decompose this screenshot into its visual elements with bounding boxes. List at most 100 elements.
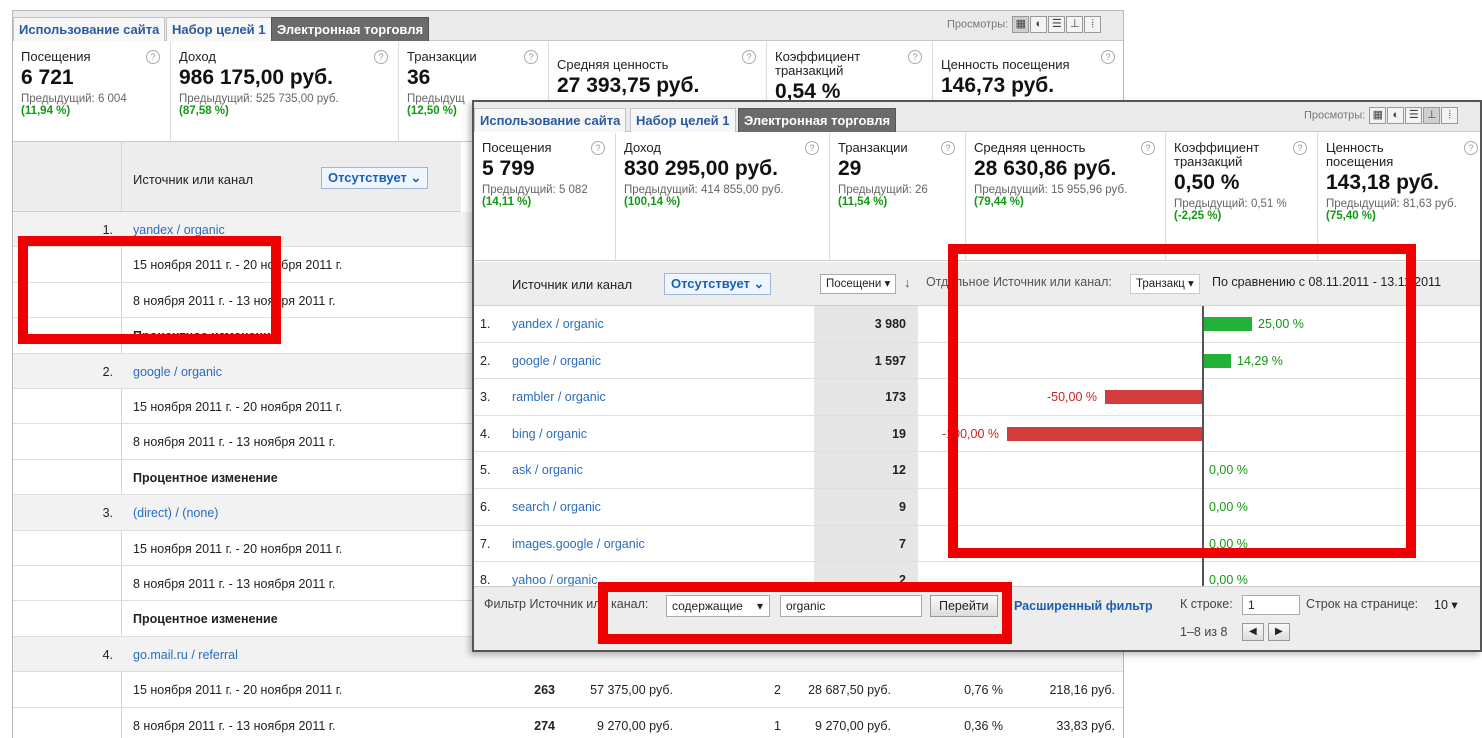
help-icon[interactable]: ? — [1101, 50, 1115, 64]
visits-value: 173 — [885, 390, 906, 405]
help-icon[interactable]: ? — [591, 141, 605, 155]
front-tab-ecommerce[interactable]: Электронная торговля — [738, 108, 897, 132]
back-secondary-dimension-button[interactable]: Отсутствует ⌄ — [321, 167, 429, 189]
help-icon[interactable]: ? — [1464, 141, 1478, 155]
rows-per-page-label: Строк на странице: — [1306, 597, 1419, 611]
visits-value: 7 — [899, 536, 906, 551]
metric-previous: Предыдущий: 26 — [838, 184, 928, 196]
chevron-down-icon: ⌄ — [410, 170, 422, 185]
source-link[interactable]: ask / organic — [512, 463, 583, 477]
help-icon[interactable]: ? — [146, 50, 160, 64]
metric-previous: Предыдущий: 525 735,00 руб. — [179, 93, 339, 105]
next-page-button[interactable]: ▶ — [1268, 623, 1290, 641]
row-index: 2. — [102, 364, 113, 379]
source-link[interactable]: google / organic — [512, 354, 601, 368]
source-link[interactable]: bing / organic — [512, 427, 587, 441]
source-link[interactable]: go.mail.ru / referral — [133, 648, 238, 662]
metric-cell: 218,16 руб. — [1049, 683, 1115, 698]
metric-value: 143,18 руб. — [1326, 171, 1440, 194]
source-link[interactable]: yandex / organic — [512, 317, 604, 331]
highlight-box-comparison-chart — [948, 244, 1416, 558]
metric-change: (11,94 %) — [21, 105, 71, 117]
source-link[interactable]: yandex / organic — [133, 223, 225, 237]
row-index: 5. — [480, 463, 491, 478]
front-tab-goal-set-1[interactable]: Набор целей 1 — [630, 108, 736, 132]
source-link[interactable]: google / organic — [133, 365, 222, 379]
row-index: 4. — [480, 426, 491, 441]
select-value: 10 — [1434, 598, 1448, 612]
comparison-view-icon[interactable]: ⊥ — [1423, 107, 1441, 124]
metric-value: 0,50 % — [1174, 171, 1240, 194]
performance-view-icon[interactable]: ☰ — [1405, 107, 1423, 124]
help-icon[interactable]: ? — [1293, 141, 1307, 155]
row-index: 6. — [480, 500, 491, 514]
front-metric-per-visit: Ценность посещения 143,18 руб. Предыдущи… — [1318, 133, 1480, 260]
row-index: 7. — [480, 536, 491, 551]
metric-change: (-2,25 %) — [1174, 210, 1222, 222]
date-range-label: 8 ноября 2011 г. - 13 ноября 2011 г. — [133, 718, 336, 733]
button-label: Отсутствует — [671, 276, 750, 291]
front-views-switcher: Просмотры: ▦ ◐ ☰ ⊥ ⦙ — [1304, 107, 1459, 124]
help-icon[interactable]: ? — [941, 141, 955, 155]
front-views-label: Просмотры: — [1304, 109, 1366, 122]
help-icon[interactable]: ? — [374, 50, 388, 64]
table-view-icon[interactable]: ▦ — [1369, 107, 1387, 124]
source-link[interactable]: (direct) / (none) — [133, 506, 218, 520]
sort-desc-icon[interactable]: ↓ — [904, 275, 911, 290]
back-tab-ecommerce[interactable]: Электронная торговля — [271, 17, 430, 41]
metric-value: 5 799 — [482, 157, 535, 180]
pivot-view-icon[interactable]: ⦙ — [1084, 16, 1102, 33]
help-icon[interactable]: ? — [1141, 141, 1155, 155]
percent-change-label: Процентное изменение — [133, 612, 278, 627]
metric-label: Доход — [624, 140, 661, 155]
pie-view-icon[interactable]: ◐ — [1030, 16, 1048, 33]
sort-metric-select[interactable]: Посещени ▾ — [820, 274, 897, 294]
metric-label: Доход — [179, 49, 216, 64]
back-tab-site-usage[interactable]: Использование сайта — [13, 17, 166, 41]
source-link[interactable]: images.google / organic — [512, 537, 645, 551]
back-metric-visits: Посещения 6 721 Предыдущий: 6 004 (11,94… — [13, 42, 171, 141]
back-views-switcher: Просмотры: ▦ ◐ ☰ ⊥ ⦙ — [947, 16, 1102, 33]
metric-value: 36 — [407, 66, 431, 89]
pivot-view-icon[interactable]: ⦙ — [1441, 107, 1459, 124]
metric-value: 28 630,86 руб. — [974, 157, 1117, 180]
row-index: 1. — [102, 223, 113, 237]
metric-cell: 274 — [534, 718, 555, 733]
help-icon[interactable]: ? — [805, 141, 819, 155]
metric-previous: Предыдущий: 0,51 % — [1174, 198, 1287, 210]
row-index: 3. — [480, 390, 491, 405]
pagination-range: 1–8 из 8 — [1180, 625, 1228, 639]
advanced-filter-link[interactable]: Расширенный фильтр — [1014, 599, 1153, 613]
metric-cell: 0,36 % — [964, 718, 1003, 733]
back-date-range-row: 15 ноября 2011 г. - 20 ноября 2011 г. 263… — [13, 672, 1123, 708]
pie-view-icon[interactable]: ◐ — [1387, 107, 1405, 124]
table-view-icon[interactable]: ▦ — [1012, 16, 1030, 33]
chevron-down-icon: ⌄ — [753, 276, 765, 291]
prev-page-button[interactable]: ◀ — [1242, 623, 1264, 641]
help-icon[interactable]: ? — [524, 50, 538, 64]
metric-cell: 33,83 руб. — [1056, 718, 1115, 733]
source-link[interactable]: search / organic — [512, 500, 601, 514]
goto-row-input[interactable]: 1 — [1242, 595, 1300, 615]
comparison-view-icon[interactable]: ⊥ — [1066, 16, 1084, 33]
visits-value: 3 980 — [874, 317, 906, 331]
metric-value: 830 295,00 руб. — [624, 157, 778, 180]
help-icon[interactable]: ? — [742, 50, 756, 64]
front-secondary-dimension-button[interactable]: Отсутствует ⌄ — [664, 273, 772, 295]
percent-change-label: Процентное изменение — [133, 470, 278, 485]
back-tab-goal-set-1[interactable]: Набор целей 1 — [166, 17, 272, 41]
date-range-label: 15 ноября 2011 г. - 20 ноября 2011 г. — [133, 541, 343, 556]
help-icon[interactable]: ? — [908, 50, 922, 64]
front-tab-site-usage[interactable]: Использование сайта — [474, 108, 627, 132]
metric-label: Ценность посещения — [1326, 140, 1394, 169]
rows-per-page-select[interactable]: 10 ▾ — [1434, 597, 1458, 612]
visits-value: 1 597 — [874, 353, 906, 368]
goto-row-label: К строке: — [1180, 597, 1233, 611]
metric-cell: 9 270,00 руб. — [597, 718, 673, 733]
row-index: 3. — [102, 506, 113, 521]
metric-cell: 28 687,50 руб. — [808, 683, 891, 698]
source-link[interactable]: rambler / organic — [512, 390, 606, 404]
performance-view-icon[interactable]: ☰ — [1048, 16, 1066, 33]
metric-change: (14,11 %) — [482, 196, 532, 208]
back-tab-bar: Использование сайта Набор целей 1 Электр… — [13, 11, 1123, 41]
